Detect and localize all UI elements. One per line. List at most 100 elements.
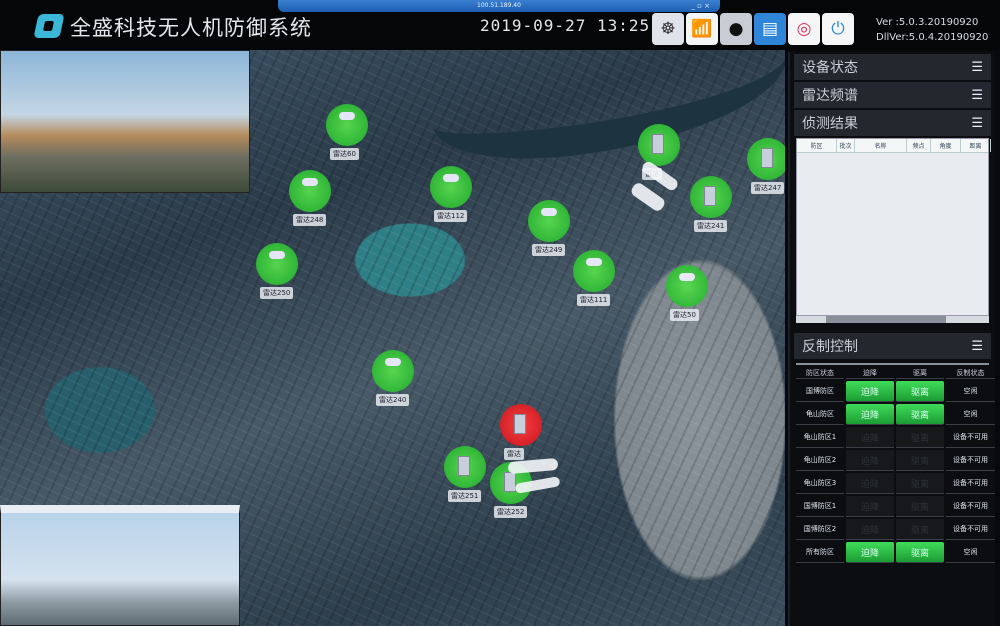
radar-marker[interactable] — [666, 265, 708, 307]
report-icon[interactable]: ◎ — [788, 13, 820, 45]
column-header[interactable]: 名称 — [855, 139, 907, 152]
marker-label: 雷达 — [504, 448, 524, 460]
menu-icon[interactable]: ☰ — [971, 339, 983, 354]
radar-marker[interactable] — [528, 200, 570, 242]
section-title: 反制控制 — [802, 339, 858, 355]
force-land-button[interactable]: 迫降 — [846, 519, 894, 540]
expel-button[interactable]: 驱离 — [896, 450, 944, 471]
jammer-marker[interactable] — [638, 124, 680, 166]
marker-label: 雷达248 — [293, 214, 327, 226]
radar-icon — [385, 358, 401, 366]
section-countermeasure[interactable]: 反制控制 ☰ — [794, 333, 991, 359]
logo-icon — [33, 14, 65, 38]
radar-icon — [269, 251, 285, 259]
section-title: 侦测结果 — [802, 116, 858, 132]
tower-icon — [458, 456, 470, 476]
zone-name: 龟山防区3 — [796, 473, 844, 494]
radar-icon — [339, 112, 355, 120]
column-header[interactable]: 防区 — [797, 139, 837, 152]
counter-status: 空闲 — [946, 542, 995, 563]
force-land-button[interactable]: 迫降 — [846, 450, 894, 471]
counter-status: 设备不可用 — [946, 427, 995, 448]
expel-button[interactable]: 驱离 — [896, 519, 944, 540]
tower-icon — [704, 186, 716, 206]
force-land-button[interactable]: 迫降 — [846, 404, 894, 425]
jammer-marker[interactable] — [690, 176, 732, 218]
drone-track[interactable] — [507, 457, 559, 475]
zone-row: 龟山防区1 迫降 驱离 设备不可用 — [796, 427, 995, 448]
counter-status: 空闲 — [946, 381, 995, 402]
expel-button[interactable]: 驱离 — [896, 496, 944, 517]
radar-marker[interactable] — [326, 104, 368, 146]
power-icon[interactable]: ⏻ — [822, 13, 854, 45]
zone-name: 龟山防区1 — [796, 427, 844, 448]
remote-session-bar[interactable]: 100.51.189.40 _ ▫ × — [278, 0, 720, 12]
column-header[interactable]: 批次 — [837, 139, 855, 152]
column-header: 防区状态 — [796, 367, 844, 379]
column-header: 反制状态 — [946, 367, 995, 379]
expel-button[interactable]: 驱离 — [896, 381, 944, 402]
zone-name: 龟山防区 — [796, 404, 844, 425]
window-controls[interactable]: _ ▫ × — [691, 0, 710, 12]
radar-icon — [541, 208, 557, 216]
expel-button[interactable]: 驱离 — [896, 542, 944, 563]
jammer-marker[interactable] — [500, 404, 542, 446]
counter-status: 设备不可用 — [946, 450, 995, 471]
force-land-button[interactable]: 迫降 — [846, 381, 894, 402]
document-icon[interactable]: ▤ — [754, 13, 786, 45]
section-radar-spectrum[interactable]: 雷达频谱 ☰ — [794, 82, 991, 108]
column-header[interactable]: 频点 — [907, 139, 931, 152]
column-header[interactable]: 距离 — [961, 139, 991, 152]
marker-label: 雷达247 — [751, 182, 785, 194]
marker-label: 雷达251 — [448, 490, 482, 502]
force-land-button[interactable]: 迫降 — [846, 496, 894, 517]
top-bar: 100.51.189.40 _ ▫ × 全盛科技无人机防御系统 2019-09-2… — [0, 0, 1000, 50]
dll-ver: DllVer:5.0.4.20190920 — [876, 32, 989, 43]
zone-name: 国博防区2 — [796, 519, 844, 540]
tower-icon — [761, 148, 773, 168]
jammer-marker[interactable] — [747, 138, 785, 180]
horizontal-scrollbar[interactable] — [796, 316, 989, 323]
column-header[interactable]: 角度 — [931, 139, 961, 152]
marker-label: 雷达111 — [577, 294, 611, 306]
video-feed-bridge[interactable] — [0, 50, 250, 193]
force-land-button[interactable]: 迫降 — [846, 542, 894, 563]
wifi-signal-icon[interactable]: 📶 — [686, 13, 718, 45]
menu-icon[interactable]: ☰ — [971, 60, 983, 75]
zone-name: 所有防区 — [796, 542, 844, 563]
radar-marker[interactable] — [573, 250, 615, 292]
zone-name: 国博防区 — [796, 381, 844, 402]
section-device-status[interactable]: 设备状态 ☰ — [794, 54, 991, 80]
menu-icon[interactable]: ☰ — [971, 88, 983, 103]
drone-track[interactable] — [629, 180, 667, 214]
radar-icon — [586, 258, 602, 266]
force-land-button[interactable]: 迫降 — [846, 427, 894, 448]
radar-marker[interactable] — [289, 170, 331, 212]
zone-row: 龟山防区2 迫降 驱离 设备不可用 — [796, 450, 995, 471]
marker-label: 雷达60 — [330, 148, 359, 160]
radar-marker[interactable] — [372, 350, 414, 392]
marker-label: 雷达249 — [532, 244, 566, 256]
river — [423, 50, 785, 175]
radar-marker[interactable] — [430, 166, 472, 208]
counter-status: 设备不可用 — [946, 473, 995, 494]
zone-row: 国博防区2 迫降 驱离 设备不可用 — [796, 519, 995, 540]
force-land-button[interactable]: 迫降 — [846, 473, 894, 494]
expel-button[interactable]: 驱离 — [896, 404, 944, 425]
zone-row: 龟山防区 迫降 驱离 空闲 — [796, 404, 995, 425]
menu-icon[interactable]: ☰ — [971, 116, 983, 131]
record-icon[interactable]: ● — [720, 13, 752, 45]
marker-label: 雷达240 — [376, 394, 410, 406]
radar-icon — [679, 273, 695, 281]
jammer-marker[interactable] — [444, 446, 486, 488]
video-feed-skyline[interactable] — [0, 505, 240, 626]
radar-icon — [302, 178, 318, 186]
detection-table: 防区 批次 名称 频点 角度 距离 — [796, 138, 991, 316]
section-detection-results[interactable]: 侦测结果 ☰ — [794, 110, 991, 136]
steering-wheel-icon[interactable]: ☸ — [652, 13, 684, 45]
radar-marker[interactable] — [256, 243, 298, 285]
zone-row: 国博防区 迫降 驱离 空闲 — [796, 381, 995, 402]
expel-button[interactable]: 驱离 — [896, 473, 944, 494]
expel-button[interactable]: 驱离 — [896, 427, 944, 448]
zone-row: 龟山防区3 迫降 驱离 设备不可用 — [796, 473, 995, 494]
